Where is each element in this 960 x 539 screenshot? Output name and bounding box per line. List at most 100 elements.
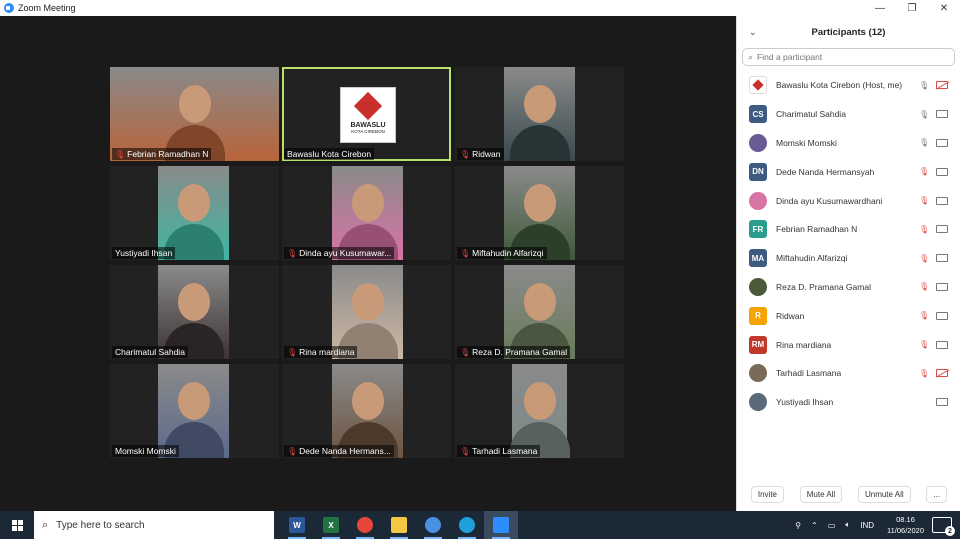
participant-row[interactable]: MA Miftahudin Alfarizqi 🎙︎	[737, 244, 960, 273]
mic-icon[interactable]: 🎙︎	[919, 138, 929, 147]
video-icon[interactable]	[936, 138, 948, 147]
clock[interactable]: 08.16 11/06/2020	[887, 514, 924, 536]
participant-row[interactable]: R Ridwan 🎙︎	[737, 301, 960, 330]
avatar	[749, 191, 767, 210]
video-tile[interactable]: BAWASLU KOTA CIREBON Bawaslu Kota Cirebon	[282, 67, 451, 161]
muted-mic-icon[interactable]: 🎙︎	[919, 167, 929, 176]
avatar: CS	[749, 105, 767, 124]
language-indicator[interactable]: IND	[860, 521, 874, 530]
notification-icon[interactable]: 2	[932, 517, 955, 536]
tile-name-text: Miftahudin Alfarizqi	[472, 248, 544, 258]
taskbar-app-word[interactable]: W	[280, 511, 314, 539]
video-tile[interactable]: Charimatul Sahdia	[110, 265, 279, 359]
participant-row[interactable]: Dinda ayu Kusumawardhani 🎙︎	[737, 186, 960, 215]
video-tile[interactable]: Momski Momski	[110, 364, 279, 458]
participant-row[interactable]: Yustiyadi Ihsan	[737, 388, 960, 417]
participant-name: Charimatul Sahdia	[776, 109, 846, 120]
video-off-icon[interactable]	[936, 81, 948, 90]
video-tile[interactable]: 🎙︎ Rina mardiana	[282, 265, 451, 359]
person-silhouette	[523, 283, 556, 321]
participant-row[interactable]: RM Rina mardiana 🎙︎	[737, 330, 960, 359]
video-tile[interactable]: 🎙︎ Miftahudin Alfarizqi	[455, 166, 624, 260]
taskbar-app-file-explorer[interactable]	[382, 511, 416, 539]
taskbar-app-excel[interactable]: X	[314, 511, 348, 539]
participants-footer: Invite Mute All Unmute All ...	[737, 486, 960, 503]
bawaslu-emblem-icon	[752, 79, 764, 92]
maximize-button[interactable]: ❐	[896, 0, 928, 16]
tile-name-text: Charimatul Sahdia	[115, 347, 185, 357]
start-button[interactable]	[0, 511, 34, 539]
participant-search-input[interactable]	[757, 52, 928, 62]
video-tile[interactable]: 🎙︎ Tarhadi Lasmana	[455, 364, 624, 458]
participant-row[interactable]: Reza D. Pramana Gamal 🎙︎	[737, 273, 960, 302]
participant-row[interactable]: Bawaslu Kota Cirebon (Host, me) 🎙︎	[737, 71, 960, 100]
mute-all-button[interactable]: Mute All	[799, 486, 843, 503]
tile-name-label: 🎙︎ Miftahudin Alfarizqi	[457, 247, 547, 259]
muted-mic-icon[interactable]: 🎙︎	[919, 340, 929, 349]
avatar	[749, 393, 767, 412]
video-icon[interactable]	[936, 110, 948, 119]
video-icon[interactable]	[936, 225, 948, 234]
taskbar-search[interactable]: ⌕ Type here to search	[34, 511, 274, 539]
video-tile[interactable]: 🎙︎ Febrian Ramadhan N	[110, 67, 279, 161]
participant-row[interactable]: Momski Momski 🎙︎	[737, 129, 960, 158]
muted-mic-icon: 🎙︎	[115, 149, 126, 159]
video-icon[interactable]	[936, 196, 948, 205]
chevron-up-icon[interactable]: ⌃	[811, 521, 818, 530]
volume-icon[interactable]: 🔈︎	[845, 520, 850, 530]
unmute-all-button[interactable]: Unmute All	[857, 486, 911, 503]
network-icon[interactable]: ▭	[828, 521, 836, 530]
chevron-down-icon[interactable]: ⌄	[749, 27, 757, 38]
video-icon[interactable]	[936, 167, 948, 176]
video-tile[interactable]: 🎙︎ Ridwan	[455, 67, 624, 161]
muted-mic-icon[interactable]: 🎙︎	[919, 282, 929, 291]
tile-name-text: Rina mardiana	[299, 347, 355, 357]
video-icon[interactable]	[936, 254, 948, 263]
muted-mic-icon[interactable]: 🎙︎	[919, 196, 929, 205]
file-explorer-icon	[391, 517, 407, 533]
muted-mic-icon[interactable]: 🎙︎	[919, 311, 929, 320]
mic-icon[interactable]: 🎙︎	[919, 110, 929, 119]
taskbar-app-zoom[interactable]	[484, 511, 518, 539]
zoom-app-icon	[4, 3, 14, 13]
tile-name-text: Febrian Ramadhan N	[127, 149, 209, 159]
muted-mic-icon[interactable]: 🎙︎	[919, 369, 929, 378]
video-icon[interactable]	[936, 311, 948, 320]
participant-status-icons: 🎙︎	[919, 254, 948, 263]
invite-button[interactable]: Invite	[750, 486, 784, 503]
video-off-icon[interactable]	[936, 369, 948, 378]
bawaslu-logo: BAWASLU KOTA CIREBON	[340, 87, 396, 143]
taskbar-app-edge[interactable]	[450, 511, 484, 539]
minimize-button[interactable]: —	[864, 0, 896, 16]
person-silhouette	[178, 85, 211, 123]
participant-row[interactable]: CS Charimatul Sahdia 🎙︎	[737, 100, 960, 129]
participant-row[interactable]: FR Febrian Ramadhan N 🎙︎	[737, 215, 960, 244]
taskbar-app-chrome-alt[interactable]	[416, 511, 450, 539]
participant-row[interactable]: Tarhadi Lasmana 🎙︎	[737, 359, 960, 388]
participant-video	[504, 265, 575, 359]
participant-search: ⌕	[742, 48, 955, 66]
more-options-button[interactable]: ...	[926, 486, 948, 503]
video-tile[interactable]: 🎙︎ Dede Nanda Hermans...	[282, 364, 451, 458]
video-icon[interactable]	[936, 340, 948, 349]
video-tile[interactable]: 🎙︎ Reza D. Pramana Gamal	[455, 265, 624, 359]
edge-icon	[459, 517, 475, 533]
window-titlebar: Zoom Meeting — ❐ ✕	[0, 0, 960, 16]
taskbar-app-chrome[interactable]	[348, 511, 382, 539]
chrome-icon	[357, 517, 373, 533]
people-icon[interactable]: ⚲	[795, 521, 801, 530]
participant-video	[158, 364, 229, 458]
tile-name-text: Bawaslu Kota Cirebon	[287, 149, 372, 159]
muted-mic-icon[interactable]: 🎙︎	[919, 254, 929, 263]
muted-mic-icon[interactable]: 🎙︎	[919, 225, 929, 234]
participant-row[interactable]: DN Dede Nanda Hermansyah 🎙︎	[737, 157, 960, 186]
mic-icon[interactable]: 🎙︎	[919, 81, 929, 90]
video-icon[interactable]	[936, 282, 948, 291]
video-icon[interactable]	[936, 398, 948, 407]
muted-mic-icon: 🎙︎	[460, 347, 471, 357]
video-tile[interactable]: 🎙︎ Dinda ayu Kusumawar...	[282, 166, 451, 260]
tile-name-label: 🎙︎ Ridwan	[457, 148, 504, 160]
tile-name-label: 🎙︎ Dinda ayu Kusumawar...	[284, 247, 395, 259]
video-tile[interactable]: Yustiyadi Ihsan	[110, 166, 279, 260]
close-button[interactable]: ✕	[928, 0, 960, 16]
